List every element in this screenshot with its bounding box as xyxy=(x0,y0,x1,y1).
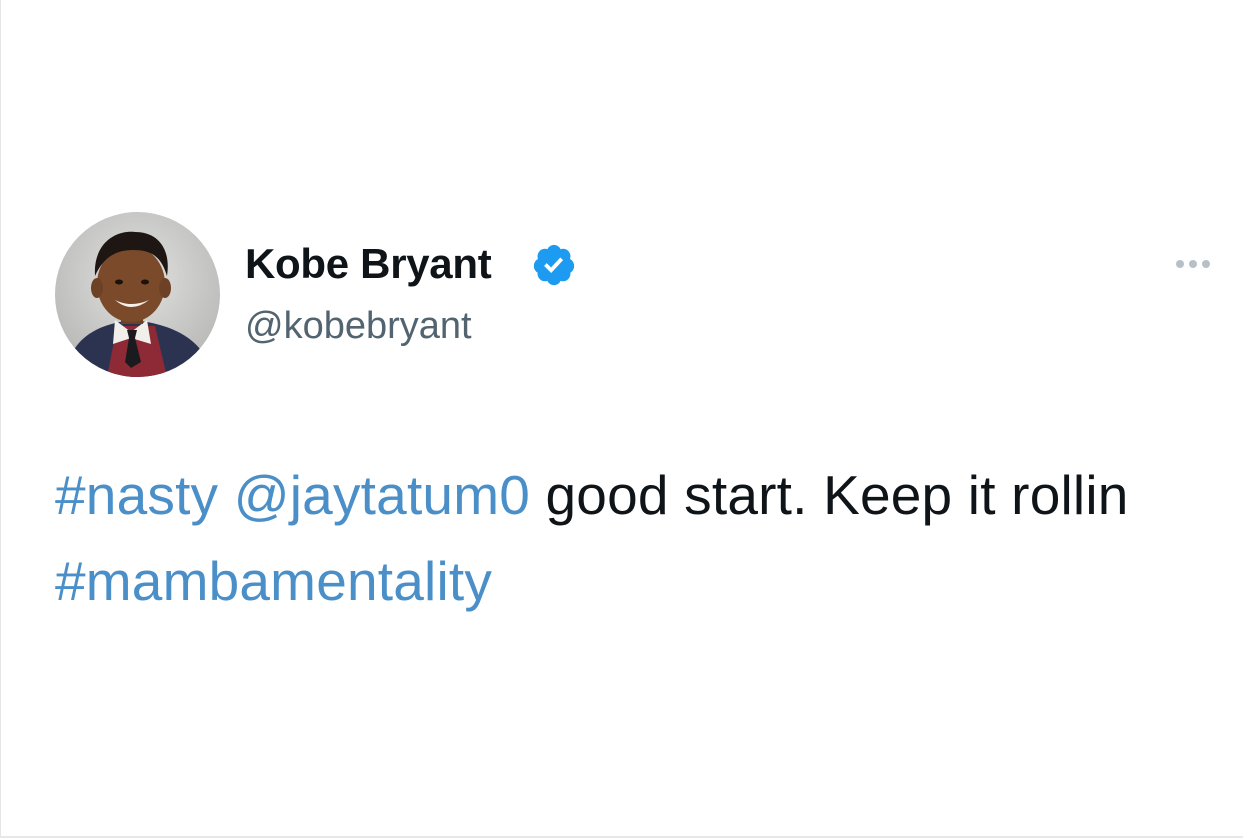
hashtag-link[interactable]: #mambamentality xyxy=(55,550,492,612)
hashtag-link[interactable]: #nasty xyxy=(55,464,218,526)
mention-link[interactable]: @jaytatum0 xyxy=(234,464,530,526)
more-options-button[interactable] xyxy=(1167,250,1219,278)
tweet-text: #nasty @jaytatum0 good start. Keep it ro… xyxy=(55,452,1215,624)
more-horizontal-icon xyxy=(1202,260,1210,268)
avatar-photo xyxy=(55,212,220,377)
tweet-card: Kobe Bryant @kobebryant #nasty @jaytatum… xyxy=(0,0,1243,838)
tweet-text-segment: good start. Keep it rollin xyxy=(530,464,1129,526)
avatar[interactable] xyxy=(55,212,220,377)
verified-badge-icon xyxy=(531,242,577,288)
more-horizontal-icon xyxy=(1189,260,1197,268)
author-handle[interactable]: @kobebryant xyxy=(245,305,472,348)
author-display-name[interactable]: Kobe Bryant xyxy=(245,240,492,288)
tweet-text-segment xyxy=(218,464,233,526)
more-horizontal-icon xyxy=(1176,260,1184,268)
